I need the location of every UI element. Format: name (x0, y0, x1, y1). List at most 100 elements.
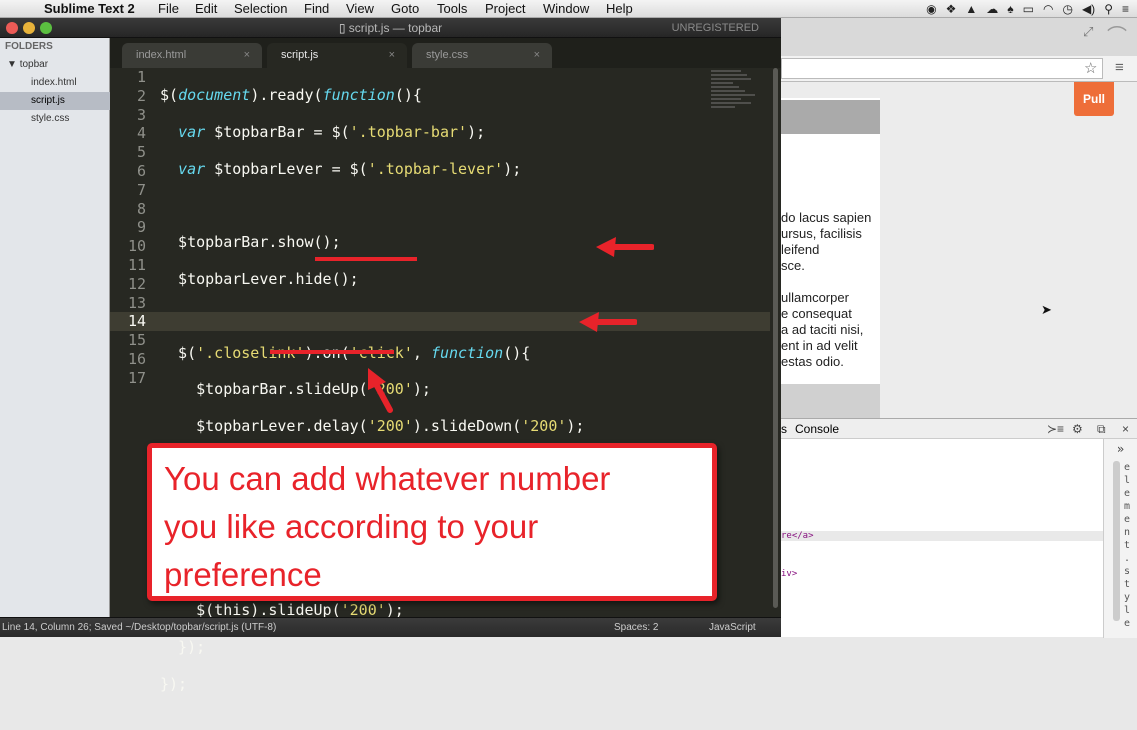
sidebar-item-script-js[interactable]: script.js (0, 92, 110, 110)
devtools-panel: s Console ≻≡ ⚙ ⧉ × re</a> iv> » element.… (781, 418, 1137, 638)
devtools-toolbar: s Console ≻≡ ⚙ ⧉ × (781, 419, 1137, 439)
page-footer-block (781, 384, 880, 418)
battery-icon[interactable]: ▭ (1023, 1, 1034, 17)
app-menu[interactable]: Sublime Text 2 (44, 0, 135, 18)
arrow-annotation-icon (596, 237, 654, 257)
syntax-setting[interactable]: JavaScript (709, 618, 756, 638)
menu-goto[interactable]: Goto (391, 0, 419, 18)
dom-node-selected[interactable]: re</a> (781, 531, 1103, 541)
window-title: ▯ script.js — topbar (0, 18, 781, 38)
code-line: }); (160, 674, 188, 693)
status-tray: ◉ ❖ ▲ ☁ ♠ ▭ ◠ ◷ ◀) ⚲ ≡ (926, 1, 1129, 17)
line-number: 3 (136, 105, 146, 124)
menu-window[interactable]: Window (543, 0, 589, 18)
line-number: 12 (127, 274, 146, 293)
sidebar-folder-topbar[interactable]: ▼ topbar (7, 59, 48, 70)
callout-line: you like according to your (164, 508, 539, 545)
status-bar: Line 14, Column 26; Saved ~/Desktop/topb… (0, 617, 781, 637)
tab-console[interactable]: Console (795, 419, 839, 439)
minimap[interactable] (711, 70, 759, 120)
tab-label: script.js (281, 49, 319, 61)
browser-window: ⤢ ⌒ ☆ ≡ Pull do lacus sapien ursus, facil… (781, 18, 1137, 638)
code-line: $(document).ready(function(){ (160, 86, 422, 104)
line-number: 6 (136, 161, 146, 180)
record-icon[interactable]: ◉ (926, 1, 936, 17)
spotlight-search-icon[interactable]: ⚲ (1104, 1, 1113, 17)
vertical-char: l (1123, 475, 1131, 486)
line-number: 4 (136, 124, 146, 143)
menu-tools[interactable]: Tools (437, 0, 467, 18)
code-line: var $topbarLever = $('.topbar-lever'); (178, 159, 522, 178)
sidebar-item-style-css[interactable]: style.css (0, 110, 110, 128)
menu-bar: Sublime Text 2 File Edit Selection Find … (0, 0, 1137, 18)
dropbox-icon[interactable]: ❖ (946, 1, 957, 17)
settings-gear-icon[interactable]: ⚙ (1072, 419, 1083, 439)
close-devtools-icon[interactable]: × (1122, 419, 1129, 439)
arrow-annotation-icon (579, 312, 637, 332)
console-drawer-icon[interactable]: ≻≡ (1047, 419, 1064, 439)
menu-view[interactable]: View (346, 0, 374, 18)
vertical-scrollbar[interactable] (773, 68, 778, 608)
vertical-char: e (1123, 488, 1131, 499)
vertical-char: e (1123, 618, 1131, 629)
tab-script-js[interactable]: script.js × (267, 43, 407, 68)
notification-icon[interactable]: ♠ (1007, 1, 1013, 17)
tab-index-html[interactable]: index.html × (122, 43, 262, 68)
tab-style-css[interactable]: style.css × (412, 43, 552, 68)
dom-node[interactable]: iv> (781, 569, 797, 579)
chrome-menu-icon[interactable]: ≡ (1115, 59, 1124, 76)
menu-find[interactable]: Find (304, 0, 329, 18)
styles-scrollbar[interactable] (1113, 461, 1120, 621)
dock-icon[interactable]: ⧉ (1097, 419, 1106, 439)
close-tab-icon[interactable]: × (244, 43, 250, 68)
lorem-line: e consequat (781, 306, 852, 321)
vertical-char: t (1123, 579, 1131, 590)
cloud-icon[interactable]: ☁ (986, 1, 998, 17)
menu-help[interactable]: Help (606, 0, 633, 18)
line-number: 16 (127, 349, 146, 368)
drive-icon[interactable]: ▲ (965, 1, 977, 17)
vertical-char: . (1123, 553, 1131, 564)
close-tab-icon[interactable]: × (389, 43, 395, 68)
code-line: }); (160, 637, 206, 656)
clock-icon[interactable]: ◷ (1062, 1, 1072, 17)
lorem-line: estas odio. (781, 354, 844, 369)
lorem-line: do lacus sapien (781, 210, 872, 225)
vertical-char: y (1123, 592, 1131, 603)
volume-icon[interactable]: ◀) (1082, 1, 1095, 17)
vertical-char: n (1123, 527, 1131, 538)
document-icon: ▯ (338, 21, 349, 35)
line-number: 17 (127, 368, 146, 387)
line-number: 14 (127, 312, 146, 331)
line-number: 11 (127, 255, 146, 274)
close-tab-icon[interactable]: × (534, 43, 540, 68)
window-title-text: script.js — topbar (348, 21, 443, 35)
code-line: var $topbarBar = $('.topbar-bar'); (178, 122, 486, 141)
url-input[interactable] (781, 58, 1103, 79)
wifi-icon[interactable]: ◠ (1043, 1, 1053, 17)
sidebar-item-index-html[interactable]: index.html (0, 74, 110, 92)
line-number: 1 (136, 68, 146, 86)
menu-selection[interactable]: Selection (234, 0, 287, 18)
folder-label: topbar (19, 59, 49, 70)
underline-annotation (270, 350, 394, 354)
disclosure-triangle-icon[interactable]: ▼ (7, 59, 17, 70)
profile-icon[interactable]: ⌒ (1107, 20, 1127, 49)
devtools-tab-fragment[interactable]: s (781, 419, 787, 439)
tab-bar: index.html × script.js × style.css × (110, 38, 781, 68)
menu-edit[interactable]: Edit (195, 0, 217, 18)
vertical-char: m (1123, 501, 1131, 512)
fullscreen-icon[interactable]: ⤢ (1083, 24, 1093, 40)
bookmark-star-icon[interactable]: ☆ (1084, 59, 1097, 77)
pull-button[interactable]: Pull (1074, 82, 1114, 116)
callout-line: preference (164, 556, 322, 593)
menu-file[interactable]: File (158, 0, 179, 18)
notification-center-icon[interactable]: ≡ (1122, 1, 1129, 17)
expand-icon[interactable]: » (1104, 439, 1137, 456)
line-number: 8 (136, 199, 146, 218)
indentation-setting[interactable]: Spaces: 2 (614, 618, 658, 638)
line-number: 15 (127, 331, 146, 350)
vertical-char: e (1123, 462, 1131, 473)
menu-project[interactable]: Project (485, 0, 525, 18)
